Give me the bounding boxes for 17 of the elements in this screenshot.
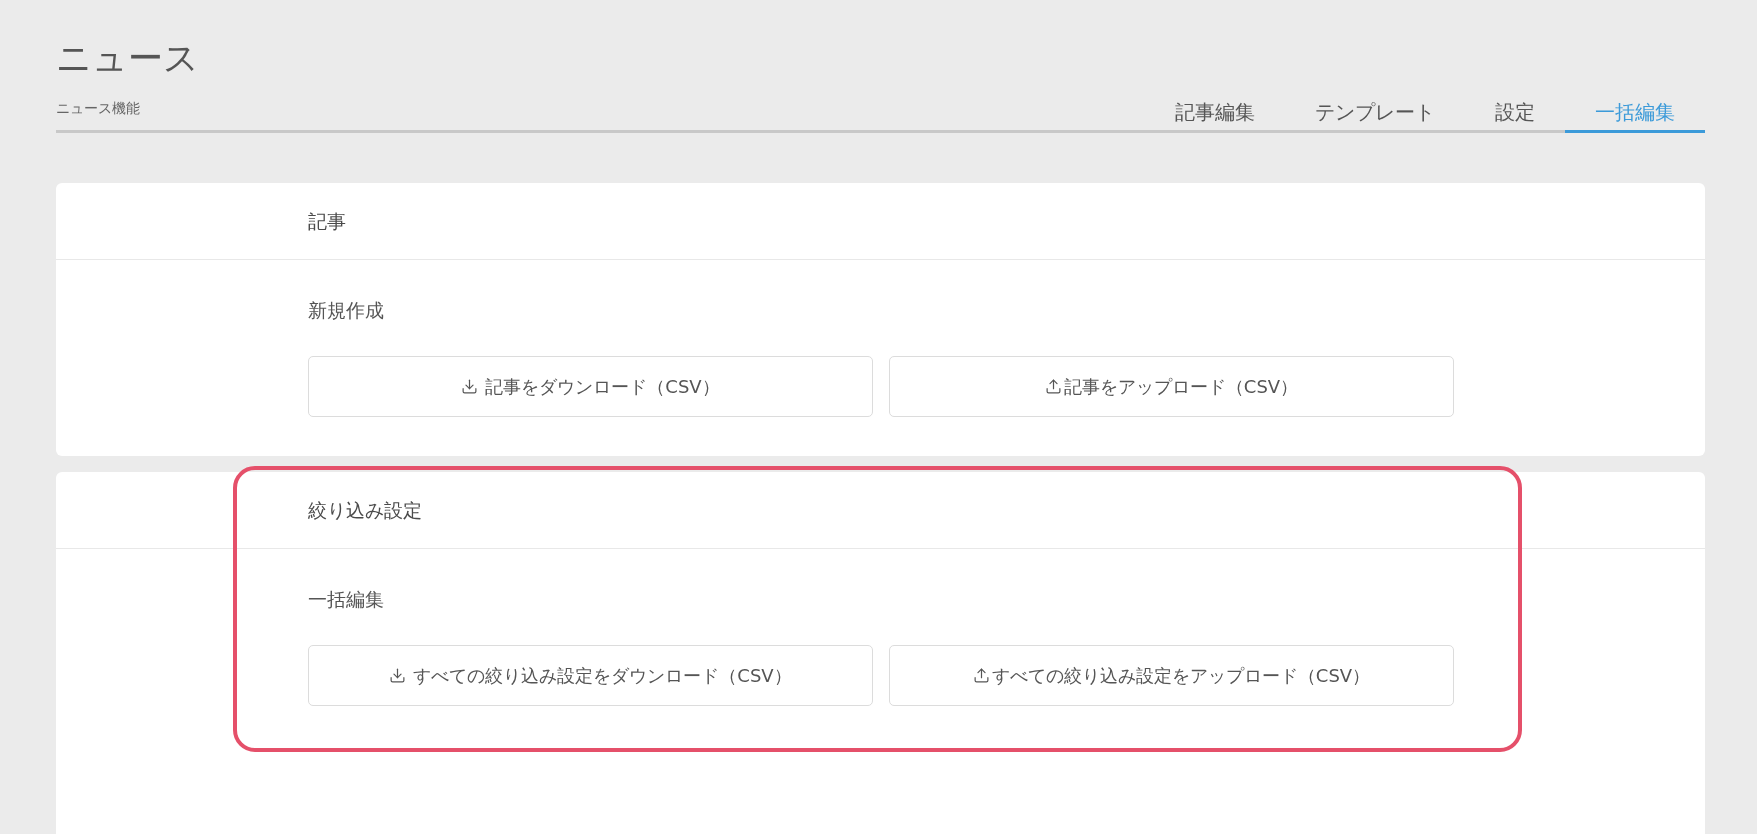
download-button[interactable]: 記事をダウンロード（CSV） <box>308 356 873 417</box>
tab[interactable]: テンプレート <box>1285 100 1465 133</box>
upload-button[interactable]: 記事をアップロード（CSV） <box>889 356 1454 417</box>
upload-icon <box>1044 378 1062 395</box>
download-icon <box>389 667 407 684</box>
group-label: 一括編集 <box>308 587 384 612</box>
page-subtitle: ニュース機能 <box>56 99 140 118</box>
download-icon <box>461 378 479 395</box>
tab[interactable]: 設定 <box>1465 100 1565 133</box>
group-label: 新規作成 <box>308 298 384 323</box>
section-title: 絞り込み設定 <box>308 498 422 523</box>
section-title: 記事 <box>308 209 346 234</box>
page-title: ニュース <box>56 37 199 80</box>
tab[interactable]: 記事編集 <box>1145 100 1285 133</box>
upload-button[interactable]: すべての絞り込み設定をアップロード（CSV） <box>889 645 1454 706</box>
download-button[interactable]: すべての絞り込み設定をダウンロード（CSV） <box>308 645 873 706</box>
upload-icon <box>972 667 990 684</box>
